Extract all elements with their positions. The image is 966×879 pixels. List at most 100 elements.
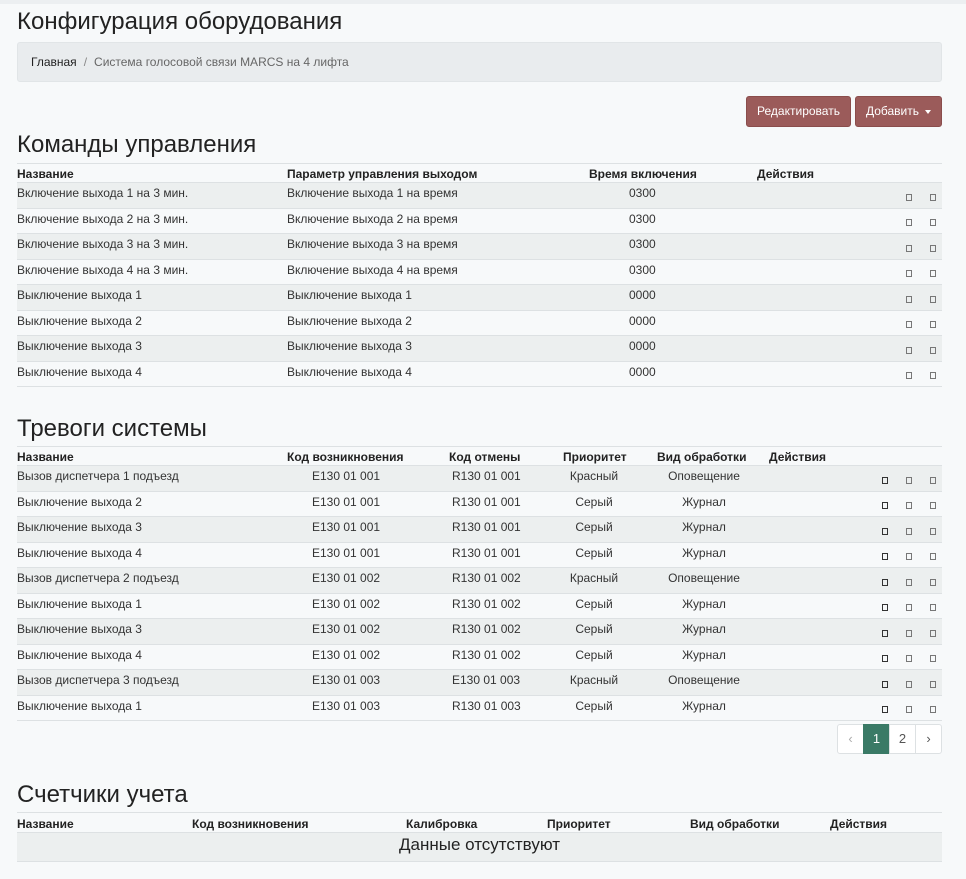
delete-icon[interactable] [930, 219, 936, 227]
edit-icon[interactable] [906, 193, 912, 201]
view-icon[interactable] [882, 476, 888, 484]
alarm-name: Выключение выхода 4 [17, 541, 287, 568]
commands-header-param: Параметр управления выходом [287, 163, 589, 183]
command-name: Выключение выхода 4 [17, 360, 287, 387]
delete-icon[interactable] [930, 655, 936, 663]
edit-icon[interactable] [906, 706, 912, 714]
alarm-handling: Журнал [639, 643, 769, 670]
view-icon[interactable] [882, 553, 888, 561]
command-name: Включение выхода 3 на 3 мин. [17, 233, 287, 259]
alarm-actions [769, 669, 942, 695]
delete-icon[interactable] [930, 270, 936, 278]
alarms-header-handling: Вид обработки [639, 446, 769, 466]
counters-header-handling: Вид обработки [690, 812, 830, 832]
edit-icon[interactable] [906, 346, 912, 354]
table-row: Выключение выхода 4 E130 01 001 R130 01 00… [17, 541, 942, 568]
delete-icon[interactable] [930, 527, 936, 535]
edit-icon[interactable] [906, 219, 912, 227]
alarms-header-code-off: Код отмены [425, 446, 549, 466]
command-time: 0000 [589, 284, 757, 310]
view-icon[interactable] [882, 655, 888, 663]
edit-icon[interactable] [906, 604, 912, 612]
view-icon[interactable] [882, 680, 888, 688]
delete-icon[interactable] [930, 244, 936, 252]
delete-icon[interactable] [930, 502, 936, 510]
alarm-priority: Серый [549, 694, 639, 721]
edit-icon[interactable] [906, 270, 912, 278]
counters-header-name: Название [17, 812, 192, 832]
command-param: Выключение выхода 2 [287, 309, 589, 336]
counters-table: Название Код возникновения Калибровка Пр… [17, 812, 942, 832]
edit-icon[interactable] [906, 655, 912, 663]
view-icon[interactable] [882, 578, 888, 586]
pagination-next-button[interactable]: › [915, 724, 942, 754]
alarm-name: Вызов диспетчера 2 подъезд [17, 567, 287, 593]
delete-icon[interactable] [930, 553, 936, 561]
add-dropdown-button[interactable]: Добавить [854, 96, 942, 127]
table-row: Выключение выхода 1 E130 01 003 R130 01 00… [17, 694, 942, 721]
delete-icon[interactable] [930, 321, 936, 329]
alarm-code-on: E130 01 001 [287, 541, 425, 568]
breadcrumb-home-link[interactable]: Главная [31, 55, 77, 69]
edit-icon[interactable] [906, 476, 912, 484]
counters-empty-message: Данные отсутствуют [17, 831, 942, 862]
edit-icon[interactable] [906, 295, 912, 303]
alarm-handling: Журнал [639, 541, 769, 568]
counters-header-priority: Приоритет [547, 812, 690, 832]
alarm-code-off: R130 01 002 [425, 643, 549, 670]
view-icon[interactable] [882, 604, 888, 612]
edit-icon[interactable] [906, 578, 912, 586]
command-param: Включение выхода 1 на время [287, 182, 589, 208]
alarm-code-on: E130 01 001 [287, 516, 425, 542]
alarm-priority: Серый [549, 618, 639, 644]
view-icon[interactable] [882, 502, 888, 510]
alarm-actions [769, 643, 942, 670]
command-param: Выключение выхода 4 [287, 360, 589, 387]
command-param: Включение выхода 2 на время [287, 207, 589, 234]
edit-icon[interactable] [906, 553, 912, 561]
edit-icon[interactable] [906, 502, 912, 510]
delete-icon[interactable] [930, 372, 936, 380]
pagination-page-1[interactable]: 1 [863, 724, 890, 754]
alarm-name: Выключение выхода 3 [17, 618, 287, 644]
alarm-actions [769, 465, 942, 491]
delete-icon[interactable] [930, 629, 936, 637]
alarm-code-on: E130 01 003 [287, 694, 425, 721]
edit-icon[interactable] [906, 527, 912, 535]
alarm-code-on: E130 01 001 [287, 490, 425, 517]
view-icon[interactable] [882, 527, 888, 535]
command-actions [757, 258, 942, 285]
edit-icon[interactable] [906, 321, 912, 329]
edit-button[interactable]: Редактировать [746, 96, 851, 127]
delete-icon[interactable] [930, 578, 936, 586]
breadcrumb-current: Система голосовой связи MARCS на 4 лифта [94, 55, 349, 69]
delete-icon[interactable] [930, 706, 936, 714]
pagination-prev-button[interactable]: ‹ [837, 724, 864, 754]
command-actions [757, 335, 942, 361]
delete-icon[interactable] [930, 604, 936, 612]
command-param: Выключение выхода 3 [287, 335, 589, 361]
pagination-page-2[interactable]: 2 [889, 724, 916, 754]
view-icon[interactable] [882, 629, 888, 637]
delete-icon[interactable] [930, 476, 936, 484]
delete-icon[interactable] [930, 346, 936, 354]
view-icon[interactable] [882, 706, 888, 714]
edit-icon[interactable] [906, 680, 912, 688]
commands-header-time: Время включения [589, 163, 757, 183]
command-time: 0300 [589, 233, 757, 259]
delete-icon[interactable] [930, 193, 936, 201]
edit-icon[interactable] [906, 244, 912, 252]
alarm-code-off: R130 01 003 [425, 694, 549, 721]
edit-icon[interactable] [906, 372, 912, 380]
alarm-code-off: R130 01 002 [425, 618, 549, 644]
delete-icon[interactable] [930, 680, 936, 688]
command-param: Включение выхода 3 на время [287, 233, 589, 259]
alarm-code-off: R130 01 002 [425, 592, 549, 619]
edit-icon[interactable] [906, 629, 912, 637]
table-row: Вызов диспетчера 1 подъезд E130 01 001 R13… [17, 465, 942, 491]
delete-icon[interactable] [930, 295, 936, 303]
page-container: Конфигурация оборудования Главная / Сист… [17, 6, 942, 862]
counters-header-calibration: Калибровка [406, 812, 547, 832]
alarm-actions [769, 490, 942, 517]
command-time: 0300 [589, 182, 757, 208]
